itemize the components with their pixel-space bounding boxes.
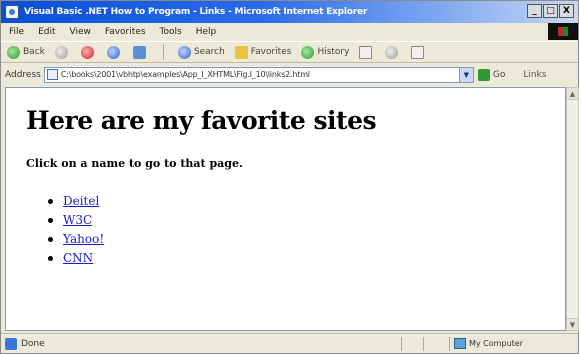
edit-button[interactable] (411, 45, 427, 59)
mail-icon (359, 45, 373, 59)
bullet-icon (48, 256, 53, 261)
link-deitel[interactable]: Deitel (63, 192, 99, 211)
go-button[interactable]: Go (477, 68, 506, 81)
search-label: Search (193, 47, 225, 57)
link-w3c[interactable]: W3C (63, 211, 92, 230)
back-label: Back (23, 47, 45, 57)
list-item: W3C (48, 211, 565, 230)
refresh-icon (106, 45, 120, 59)
bullet-icon (48, 237, 53, 242)
scroll-down-icon[interactable]: ▼ (567, 318, 578, 330)
print-icon (385, 45, 399, 59)
links-toolbar-button[interactable]: Links (523, 70, 546, 80)
refresh-button[interactable] (106, 45, 123, 59)
zone-label: My Computer (469, 339, 523, 348)
title-bar: Visual Basic .NET How to Program - Links… (1, 1, 578, 23)
address-url: C:\books\2001\vbhtp\examples\App_I_XHTML… (60, 70, 310, 79)
address-dropdown-icon[interactable]: ▼ (458, 67, 473, 82)
forward-button[interactable] (54, 45, 71, 59)
bullet-icon (48, 218, 53, 223)
menu-file[interactable]: File (9, 27, 24, 37)
search-button[interactable]: Search (177, 45, 225, 59)
menu-bar: File Edit View Favorites Tools Help (1, 23, 578, 40)
bullet-icon (48, 199, 53, 204)
favorites-label: Favorites (250, 47, 292, 57)
ie-app-icon (5, 5, 19, 19)
vertical-scrollbar[interactable]: ▲ ▼ (566, 87, 579, 331)
history-icon (301, 45, 315, 59)
edit-page-icon (411, 45, 425, 59)
menu-tools[interactable]: Tools (160, 27, 182, 37)
address-input[interactable]: C:\books\2001\vbhtp\examples\App_I_XHTML… (43, 66, 474, 83)
list-item: Deitel (48, 192, 565, 211)
minimize-button[interactable]: _ (527, 4, 542, 18)
home-icon (132, 45, 146, 59)
forward-arrow-icon (54, 45, 68, 59)
scroll-up-icon[interactable]: ▲ (567, 88, 578, 100)
print-button[interactable] (385, 45, 401, 59)
status-bar: Done My Computer (1, 333, 578, 353)
status-page-icon (5, 337, 17, 350)
computer-icon (454, 338, 466, 349)
stop-icon (80, 45, 94, 59)
link-yahoo[interactable]: Yahoo! (63, 230, 104, 249)
page-heading: Here are my favorite sites (26, 106, 377, 135)
link-cnn[interactable]: CNN (63, 249, 93, 268)
stop-button[interactable] (80, 45, 97, 59)
favorites-star-icon (234, 45, 248, 59)
menu-edit[interactable]: Edit (38, 27, 55, 37)
close-button[interactable]: X (559, 4, 574, 18)
standard-toolbar: Back Search Favorites History (1, 41, 578, 63)
favorite-sites-list: Deitel W3C Yahoo! CNN (48, 192, 565, 268)
history-label: History (317, 47, 350, 57)
status-pane (401, 336, 423, 351)
go-label: Go (492, 69, 506, 80)
menu-help[interactable]: Help (196, 27, 217, 37)
menu-view[interactable]: View (70, 27, 91, 37)
list-item: Yahoo! (48, 230, 565, 249)
status-pane (423, 336, 445, 351)
page-content: Here are my favorite sites Click on a na… (5, 87, 566, 331)
mail-button[interactable] (359, 45, 375, 59)
window-controls: _ □ X (527, 4, 574, 18)
window-title: Visual Basic .NET How to Program - Links… (24, 7, 368, 17)
security-zone: My Computer (449, 336, 523, 351)
menu-favorites[interactable]: Favorites (105, 27, 146, 37)
history-button[interactable]: History (301, 45, 350, 59)
page-icon (46, 69, 58, 80)
address-label: Address (5, 69, 41, 80)
page-instruction: Click on a name to go to that page. (26, 157, 243, 170)
back-button[interactable]: Back (7, 45, 45, 59)
maximize-button[interactable]: □ (543, 4, 558, 18)
favorites-button[interactable]: Favorites (234, 45, 292, 59)
address-bar: Address C:\books\2001\vbhtp\examples\App… (1, 64, 578, 85)
search-icon (177, 45, 191, 59)
home-button[interactable] (132, 45, 149, 59)
go-arrow-icon (477, 68, 490, 81)
status-text: Done (21, 338, 45, 349)
list-item: CNN (48, 249, 565, 268)
toolbar-separator (159, 44, 168, 60)
back-arrow-icon (7, 45, 20, 59)
browser-window: Visual Basic .NET How to Program - Links… (0, 0, 579, 354)
windows-logo-icon (548, 23, 578, 40)
